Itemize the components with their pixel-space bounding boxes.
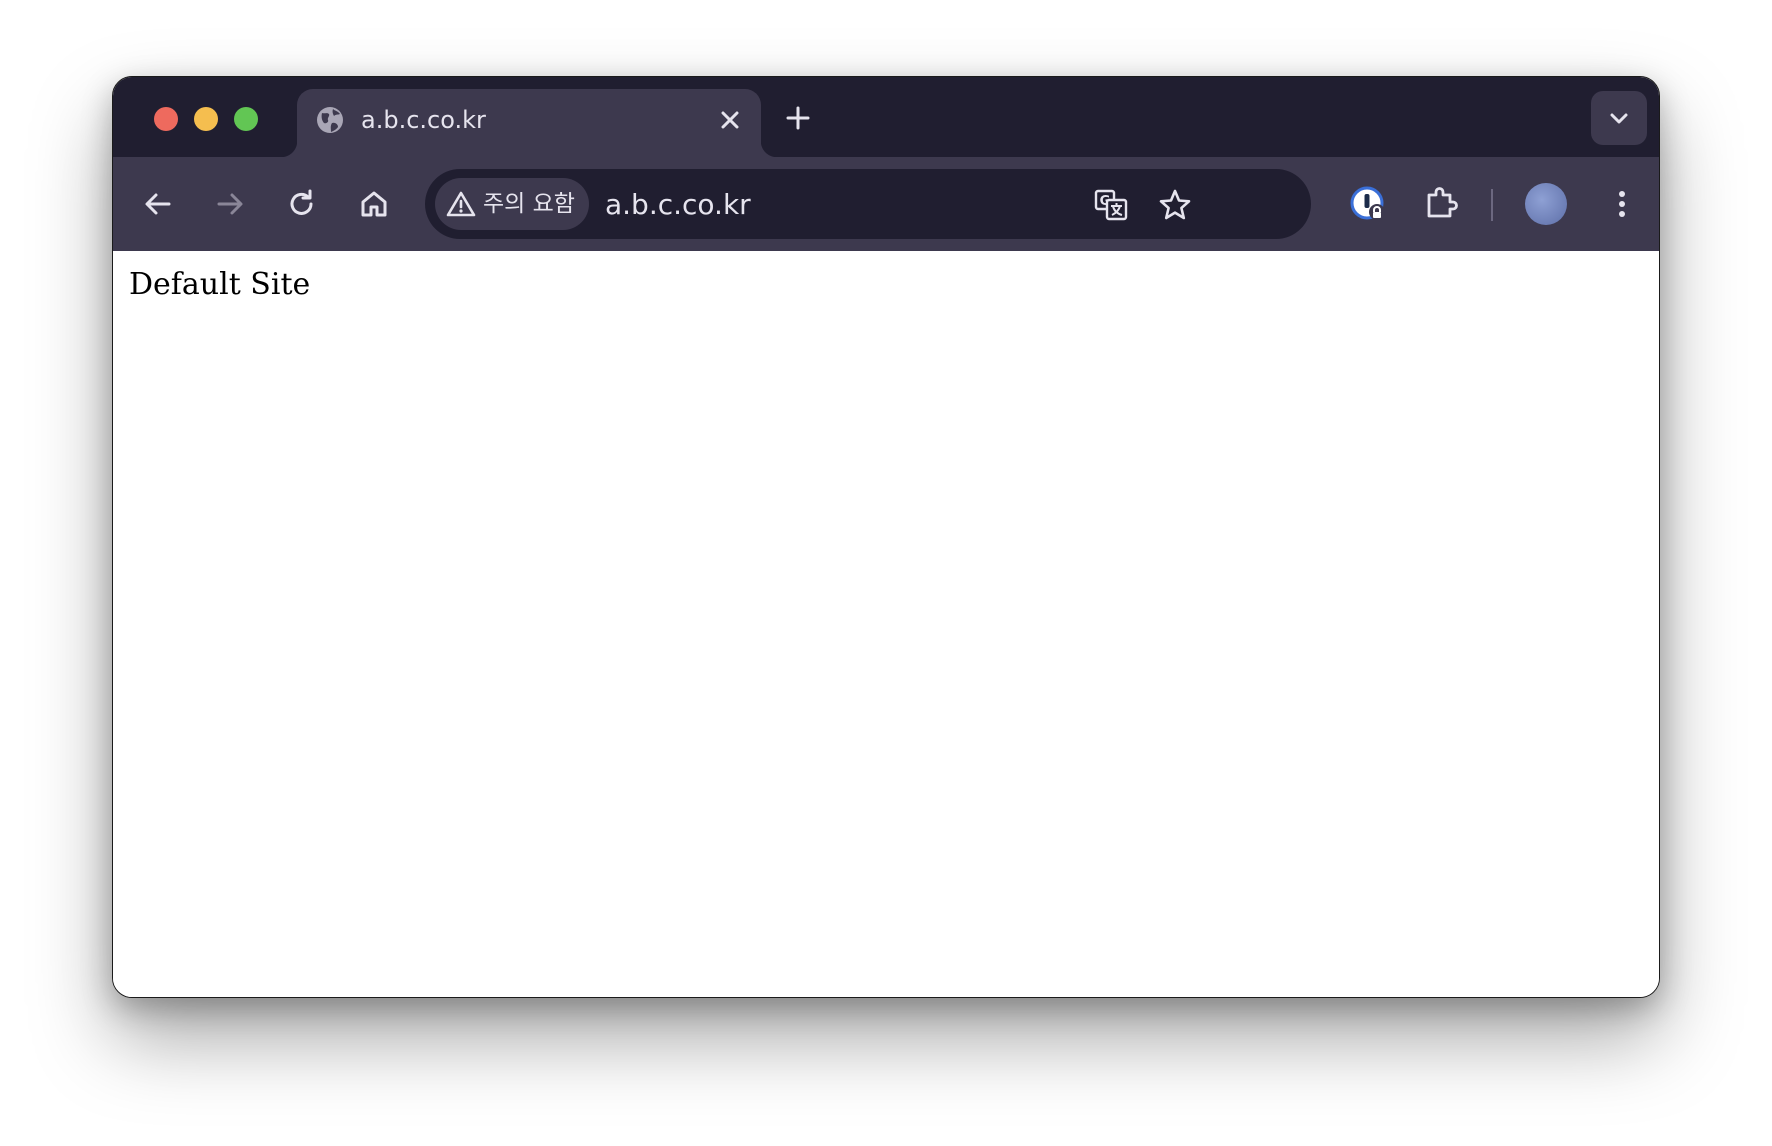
new-tab-icon[interactable] — [783, 103, 813, 133]
security-warning-chip[interactable]: 주의 요함 — [435, 178, 589, 230]
close-window-button[interactable] — [154, 107, 178, 131]
address-bar[interactable]: 주의 요함 a.b.c.co.kr G — [425, 169, 1311, 239]
tab-strip: a.b.c.co.kr — [113, 77, 1659, 157]
extensions-icon[interactable] — [1421, 183, 1461, 223]
globe-icon — [317, 107, 343, 133]
chevron-down-icon — [1610, 113, 1628, 124]
back-icon[interactable] — [139, 185, 177, 223]
tab-search-button[interactable] — [1591, 91, 1647, 145]
zoom-window-button[interactable] — [234, 107, 258, 131]
profile-avatar[interactable] — [1525, 183, 1567, 225]
security-label: 주의 요함 — [483, 191, 575, 217]
home-icon[interactable] — [355, 185, 393, 223]
toolbar-divider — [1491, 189, 1493, 221]
tab-title: a.b.c.co.kr — [361, 106, 486, 134]
minimize-window-button[interactable] — [194, 107, 218, 131]
more-menu-icon[interactable] — [1607, 185, 1637, 223]
reload-icon[interactable] — [283, 185, 321, 223]
warning-icon — [446, 191, 476, 217]
password-manager-icon[interactable] — [1349, 183, 1389, 223]
browser-window: a.b.c.co.kr 주의 요함 a.b.c.co.kr G Default … — [112, 76, 1660, 998]
bookmark-star-icon[interactable] — [1157, 187, 1193, 223]
page-body-text: Default Site — [129, 267, 311, 302]
active-tab[interactable]: a.b.c.co.kr — [281, 89, 777, 157]
url-text[interactable]: a.b.c.co.kr — [605, 188, 751, 222]
page-content: Default Site — [113, 251, 1659, 997]
translate-icon[interactable]: G — [1093, 187, 1129, 223]
toolbar: 주의 요함 a.b.c.co.kr G — [113, 157, 1659, 251]
forward-icon[interactable] — [211, 185, 249, 223]
close-tab-icon[interactable] — [717, 107, 743, 133]
